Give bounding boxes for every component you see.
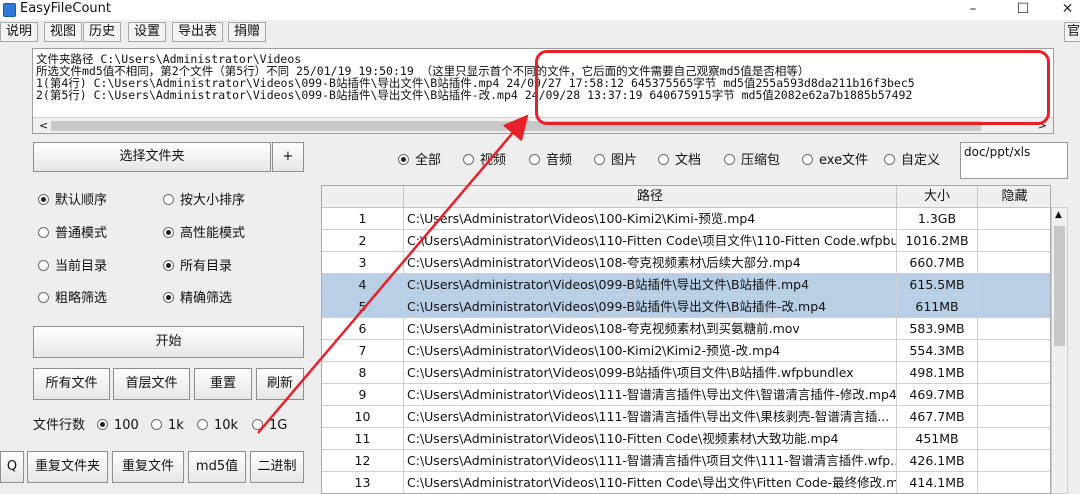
- annotation-arrow: [257, 114, 529, 434]
- app-window: EasyFileCount – ☐ ✕ 说明 视图 历史 设置 导出表 捐赠 官…: [0, 0, 1080, 494]
